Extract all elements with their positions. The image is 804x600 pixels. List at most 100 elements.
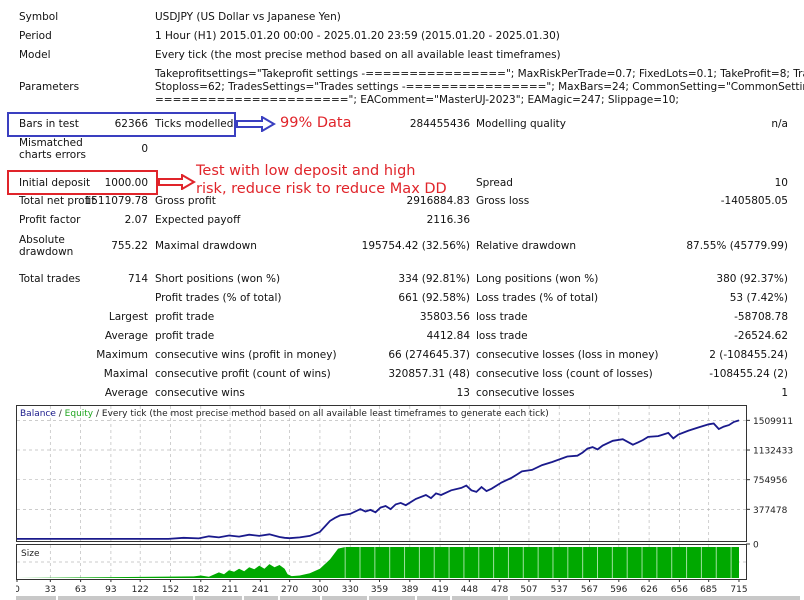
balance-chart: 0 377478 754956 1132433 1509911 0 33 63 93 122 15… xyxy=(16,405,793,595)
x-tick-label: 567 xyxy=(581,585,598,595)
loss-trades-label: Loss trades (% of total) xyxy=(476,292,599,304)
initial-deposit-value: 1000.00 xyxy=(104,177,148,189)
average-prefix: Average xyxy=(104,330,148,342)
total-trades-value: 714 xyxy=(127,273,148,285)
avg-consec-wins-label: consecutive wins xyxy=(155,387,245,399)
maximal-drawdown-value: 195754.42 (32.56%) xyxy=(361,240,470,252)
max-consec-wins-value: 66 (274645.37) xyxy=(388,349,470,361)
spread-label: Spread xyxy=(476,177,513,189)
x-tick-label: 685 xyxy=(700,585,717,595)
x-tick-label: 241 xyxy=(252,585,269,595)
average-consec-prefix: Average xyxy=(104,387,148,399)
x-tick-label: 270 xyxy=(281,585,298,595)
parameters-line-2: Stoploss=62; TradesSettings="Trades sett… xyxy=(155,81,804,93)
report-tab[interactable] xyxy=(16,596,56,600)
ticks-modelled-value: 284455436 xyxy=(409,118,470,130)
x-tick-label: 478 xyxy=(491,585,508,595)
avg-consec-losses-label: consecutive losses xyxy=(476,387,575,399)
report-tab[interactable] xyxy=(58,596,193,600)
y-tick-label: 754956 xyxy=(753,476,788,486)
model-label: Model xyxy=(19,49,51,61)
period-value: 1 Hour (H1) 2015.01.20 00:00 - 2025.01.2… xyxy=(155,30,560,42)
legend-sep: / xyxy=(56,409,65,419)
expected-payoff-value: 2116.36 xyxy=(426,214,470,226)
long-positions-value: 380 (92.37%) xyxy=(716,273,788,285)
x-tick-labels: 0 33 63 93 122 152 182 211 241 270 300 330 359 389 419… xyxy=(16,579,748,595)
maximal-consec-profit-label: consecutive profit (count of wins) xyxy=(155,368,331,380)
absolute-drawdown-label-2: drawdown xyxy=(19,246,74,258)
short-positions-label: Short positions (won %) xyxy=(155,273,281,285)
largest-profit-value: 35803.56 xyxy=(419,311,470,323)
size-panel-label: Size xyxy=(21,549,40,559)
largest-prefix: Largest xyxy=(108,311,148,323)
report-tab[interactable] xyxy=(244,596,278,600)
modelling-quality-label: Modelling quality xyxy=(476,118,566,130)
report-tab[interactable] xyxy=(280,596,320,600)
absolute-drawdown-value: 755.22 xyxy=(111,240,148,252)
maximal-consec-loss-value: -108455.24 (2) xyxy=(709,368,788,380)
average-loss-value: -26524.62 xyxy=(734,330,788,342)
largest-loss-label: loss trade xyxy=(476,311,528,323)
legend-description: / Every tick (the most precise method ba… xyxy=(93,409,549,419)
gross-profit-label: Gross profit xyxy=(155,195,216,207)
total-trades-label: Total trades xyxy=(19,273,81,285)
report-tab[interactable] xyxy=(417,596,450,600)
largest-profit-label: profit trade xyxy=(155,311,215,323)
gross-loss-value: -1405805.05 xyxy=(720,195,788,207)
maximal-consec-profit-value: 320857.31 (48) xyxy=(388,368,470,380)
maximum-prefix: Maximum xyxy=(96,349,148,361)
parameters-line-3: ======================"; EAComment="Mast… xyxy=(155,94,679,106)
y-tick-label: 377478 xyxy=(753,506,788,516)
x-tick-label: 419 xyxy=(431,585,448,595)
chart-title: Balance / Equity / Every tick (the most … xyxy=(20,409,549,419)
arrow-right-icon-red xyxy=(158,174,196,190)
x-tick-label: 389 xyxy=(401,585,418,595)
profit-factor-value: 2.07 xyxy=(124,214,148,226)
arrow-right-icon-blue xyxy=(236,116,276,132)
y-tick-label: 0 xyxy=(753,541,759,551)
x-tick-label: 300 xyxy=(311,585,328,595)
average-profit-value: 4412.84 xyxy=(426,330,470,342)
x-tick-label: 596 xyxy=(610,585,627,595)
x-tick-label: 122 xyxy=(132,585,149,595)
spread-value: 10 xyxy=(774,177,788,189)
y-tick-label: 1132433 xyxy=(753,447,793,457)
report-tab[interactable] xyxy=(369,596,415,600)
report-tab[interactable] xyxy=(195,596,242,600)
symbol-label: Symbol xyxy=(19,11,59,23)
report-tab[interactable] xyxy=(452,596,508,600)
x-tick-label: 63 xyxy=(75,585,86,595)
maximal-prefix: Maximal xyxy=(103,368,148,380)
maximal-drawdown-label: Maximal drawdown xyxy=(155,240,257,252)
long-positions-label: Long positions (won %) xyxy=(476,273,599,285)
max-consec-losses-value: 2 (-108455.24) xyxy=(709,349,788,361)
average-profit-label: profit trade xyxy=(155,330,215,342)
modelling-quality-value: n/a xyxy=(771,118,788,130)
bars-in-test-label: Bars in test xyxy=(19,118,79,130)
profit-factor-label: Profit factor xyxy=(19,214,81,226)
report-tab[interactable] xyxy=(322,596,367,600)
y-tick-labels: 0 377478 754956 1132433 1509911 xyxy=(746,417,793,551)
report-tab[interactable] xyxy=(510,596,800,600)
expected-payoff-label: Expected payoff xyxy=(155,214,241,226)
main-plot-frame xyxy=(16,405,747,542)
parameters-label: Parameters xyxy=(19,81,80,93)
x-tick-label: 182 xyxy=(192,585,209,595)
largest-loss-value: -58708.78 xyxy=(734,311,788,323)
legend-balance: Balance xyxy=(20,409,56,419)
bars-in-test-value: 62366 xyxy=(114,118,148,130)
symbol-value: USDJPY (US Dollar vs Japanese Yen) xyxy=(155,11,341,23)
max-consec-losses-label: consecutive losses (loss in money) xyxy=(476,349,659,361)
avg-consec-wins-value: 13 xyxy=(456,387,470,399)
gross-profit-value: 2916884.83 xyxy=(406,195,470,207)
gross-loss-label: Gross loss xyxy=(476,195,530,207)
profit-trades-label: Profit trades (% of total) xyxy=(155,292,282,304)
legend-equity: Equity xyxy=(65,409,94,419)
risk-note-line-1: Test with low deposit and high xyxy=(196,163,416,179)
maximal-consec-loss-label: consecutive loss (count of losses) xyxy=(476,368,653,380)
period-label: Period xyxy=(19,30,52,42)
x-tick-label: 0 xyxy=(16,585,20,595)
ticks-modelled-label: Ticks modelled xyxy=(155,118,234,130)
x-tick-label: 93 xyxy=(105,585,116,595)
mismatched-label-2: charts errors xyxy=(19,149,86,161)
